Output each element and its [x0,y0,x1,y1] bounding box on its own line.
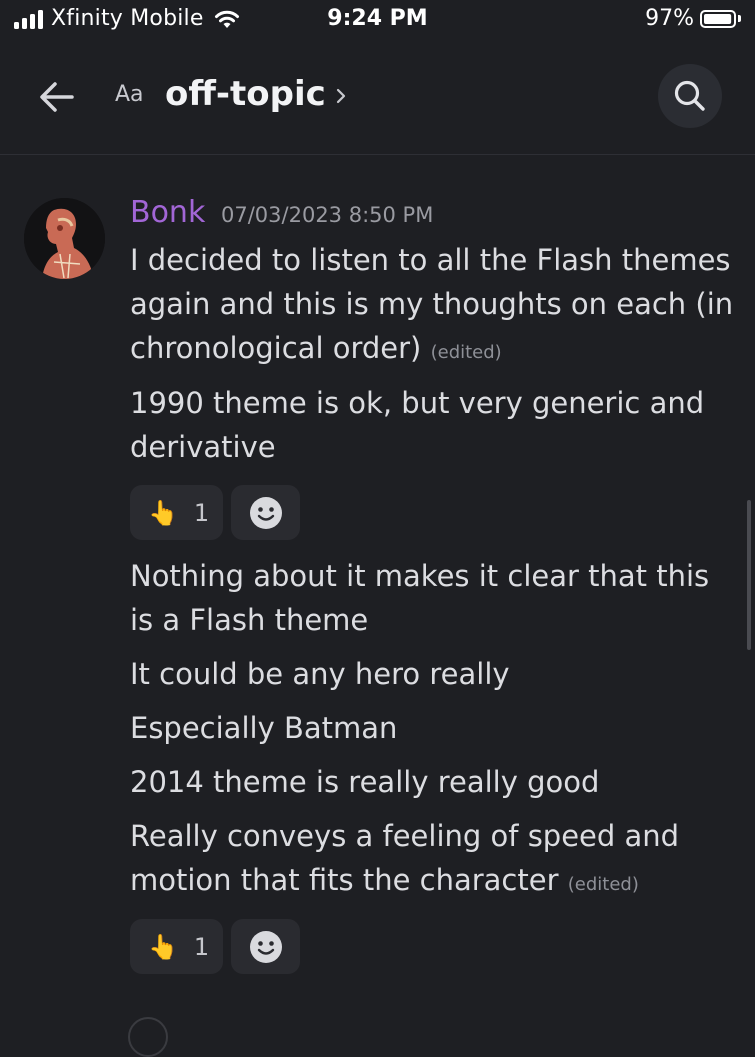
message-text: It could be any hero really [130,652,740,696]
username[interactable]: Bonk [130,195,205,230]
smiley-icon [249,496,282,529]
message-line: 1990 theme is ok, but very generic and d… [130,386,705,464]
reaction-bar: 👆 1 [130,485,300,540]
pointing-up-emoji: 👆 [148,498,178,527]
message-text: 1990 theme is ok, but very generic and d… [130,381,740,469]
next-message-avatar [128,1017,168,1057]
message-text: Especially Batman [130,706,740,750]
message-text: I decided to listen to all the Flash the… [130,238,740,375]
channel-name[interactable]: off-topic [165,74,326,114]
reaction-count: 1 [193,932,210,961]
avatar-image [24,198,105,279]
scrollbar[interactable] [747,500,751,650]
search-icon [674,80,705,111]
pointing-up-emoji: 👆 [148,932,178,961]
message-line: It could be any hero really [130,657,510,691]
message-line: Especially Batman [130,711,398,745]
search-button[interactable] [658,64,722,128]
avatar[interactable] [24,198,105,279]
edited-marker: (edited) [567,874,639,895]
channel-header: Aa off-topic [0,42,755,155]
status-right: 97% [645,6,741,31]
chevron-right-icon[interactable] [334,86,348,106]
add-reaction-button[interactable] [231,919,300,974]
arrow-left-icon[interactable] [36,76,78,118]
battery-percent: 97% [645,6,694,31]
reaction-pill[interactable]: 👆 1 [130,485,223,540]
message-timestamp: 07/03/2023 8:50 PM [221,203,434,227]
reaction-bar: 👆 1 [130,919,300,974]
edited-marker: (edited) [430,342,502,363]
add-reaction-button[interactable] [231,485,300,540]
battery-icon [700,9,736,28]
smiley-icon [249,930,282,963]
message-list: Bonk 07/03/2023 8:50 PM I decided to lis… [0,155,755,1057]
message-line: Nothing about it makes it clear that thi… [130,559,710,637]
reaction-pill[interactable]: 👆 1 [130,919,223,974]
clock: 9:24 PM [327,6,428,31]
status-bar: Xfinity Mobile 9:24 PM 97% [0,0,755,42]
message-text: Nothing about it makes it clear that thi… [130,554,740,642]
message-text: Really conveys a feeling of speed and mo… [130,814,740,907]
battery-tip [738,15,741,22]
message-line: 2014 theme is really really good [130,765,600,799]
text-size-label: Aa [115,82,144,107]
message-text: 2014 theme is really really good [130,760,740,804]
battery-fill [704,13,732,24]
reaction-count: 1 [193,498,210,527]
